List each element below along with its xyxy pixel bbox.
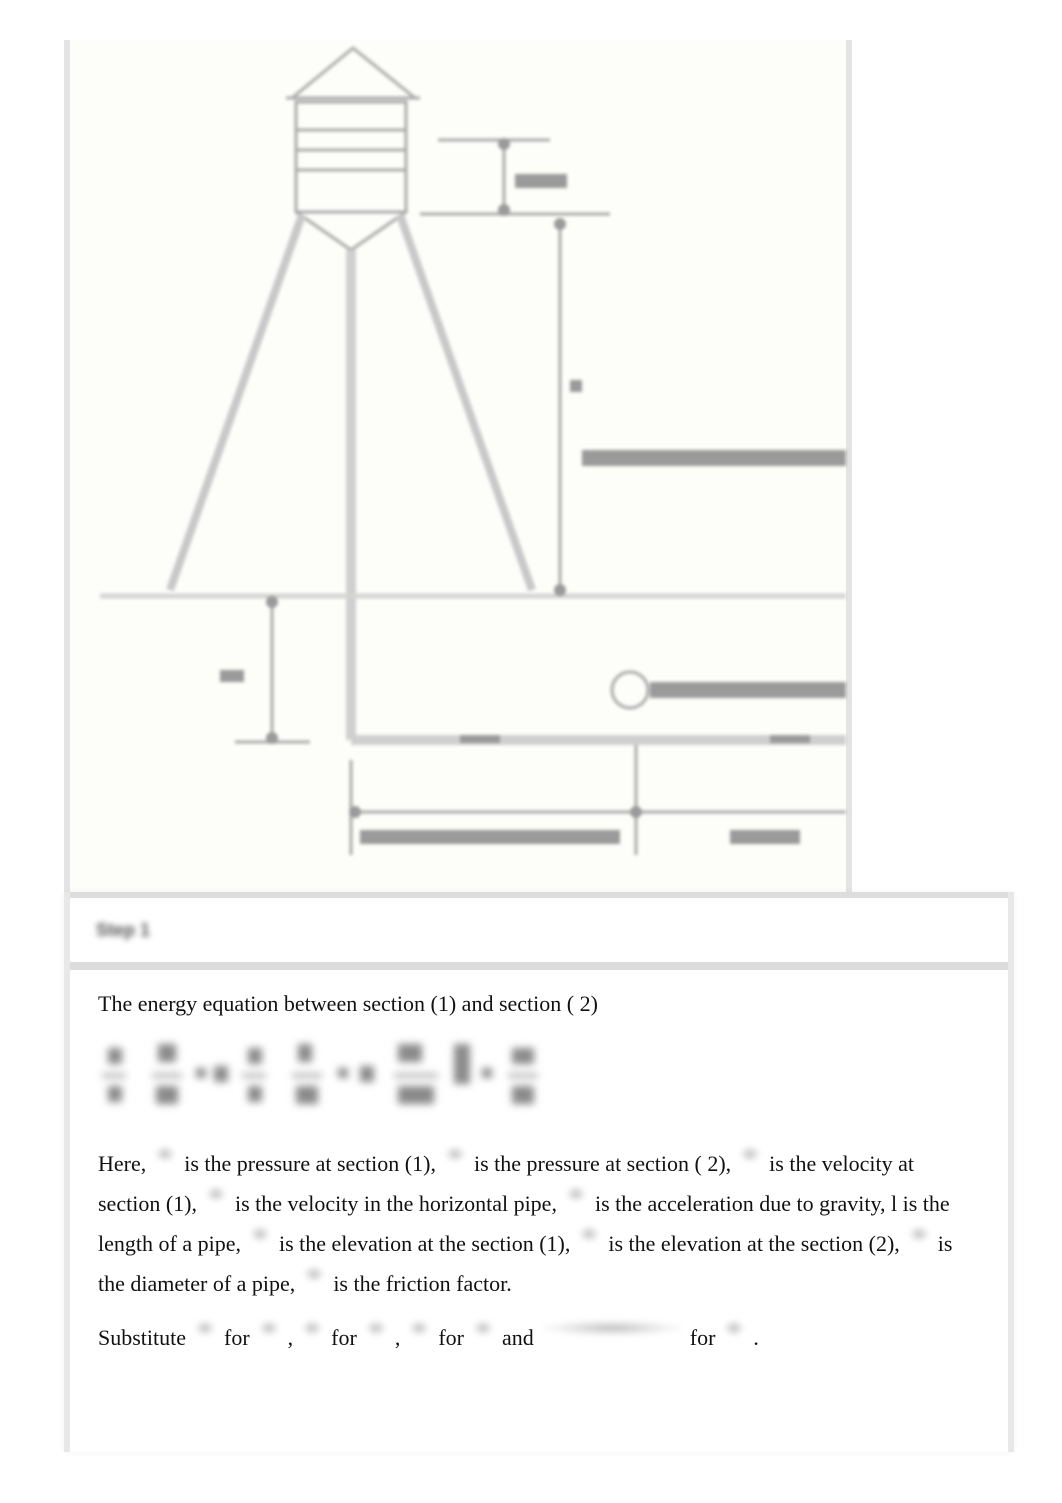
- tower-roof: [291, 46, 416, 100]
- symbol-var: [257, 1319, 280, 1337]
- solution-step-card: Step 1 The energy equation between secti…: [64, 892, 1014, 1452]
- text-fragment: Here,: [98, 1151, 147, 1176]
- energy-equation: [98, 1038, 980, 1124]
- symbol-var: [723, 1319, 746, 1337]
- branch-label: [650, 682, 846, 698]
- length-label: [360, 830, 620, 844]
- text-fragment: is the elevation at the section (2),: [608, 1231, 900, 1256]
- step-body: The energy equation between section (1) …: [70, 970, 1008, 1358]
- symbol-z2: [578, 1225, 601, 1243]
- symbol-z1: [248, 1225, 271, 1243]
- step-header: Step 1: [70, 892, 1008, 970]
- symbol-g: [564, 1185, 587, 1203]
- text-fragment: .: [753, 1325, 759, 1350]
- variable-definitions: Here, is the pressure at section (1), is t…: [98, 1144, 980, 1304]
- intro-text: The energy equation between section (1) …: [98, 991, 598, 1016]
- symbol-var: [471, 1319, 494, 1337]
- tower-tank: [294, 100, 408, 214]
- text-fragment: is the velocity in the horizontal pipe,: [234, 1191, 557, 1216]
- step-title: Step 1: [96, 919, 151, 940]
- substitution-text: Substitute for, for, for and for.: [98, 1318, 980, 1358]
- pipe-label: [770, 735, 810, 743]
- dimension-label: [515, 174, 567, 188]
- equation-image: [102, 1044, 538, 1104]
- text-fragment: for: [689, 1325, 716, 1350]
- symbol-value: [408, 1319, 431, 1337]
- symbol-p1: [154, 1145, 177, 1163]
- valve-symbol: [610, 670, 650, 710]
- dimension-label: [570, 380, 582, 392]
- water-tower-diagram: [100, 46, 846, 855]
- text-fragment: for: [224, 1325, 250, 1350]
- text-fragment: is the friction factor.: [333, 1271, 512, 1296]
- symbol-f: [303, 1265, 326, 1283]
- symbol-value: [194, 1319, 217, 1337]
- symbol-v1: [739, 1145, 762, 1163]
- text-fragment: Substitute: [98, 1325, 187, 1350]
- text-fragment: is the pressure at section (1),: [184, 1151, 436, 1176]
- dimension-label: [220, 670, 244, 682]
- symbol-expression: [541, 1319, 682, 1337]
- symbol-var: [364, 1319, 387, 1337]
- text-fragment: for: [331, 1325, 357, 1350]
- symbol-v: [204, 1185, 227, 1203]
- text-fragment: is the elevation at the section (1),: [278, 1231, 571, 1256]
- text-fragment: for: [438, 1325, 464, 1350]
- text-fragment: ,: [394, 1325, 401, 1350]
- problem-figure: [64, 40, 852, 892]
- symbol-p2: [443, 1145, 466, 1163]
- symbol-d: [907, 1225, 930, 1243]
- symbol-value: [301, 1319, 324, 1337]
- text-fragment: is the pressure at section ( 2),: [473, 1151, 732, 1176]
- pipe-label: [460, 735, 500, 743]
- text-fragment: and: [501, 1325, 534, 1350]
- text-fragment: ,: [287, 1325, 294, 1350]
- pipe-note-label: [582, 450, 846, 466]
- length-label: [730, 830, 800, 844]
